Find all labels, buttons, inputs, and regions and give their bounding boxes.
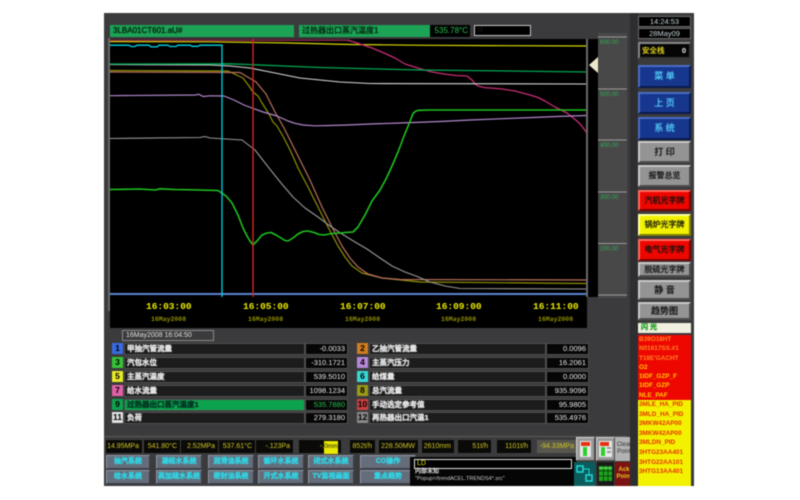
svg-text:300.00: 300.00 <box>600 195 619 201</box>
svg-text:600.00: 600.00 <box>600 40 619 46</box>
svg-text:400.00: 400.00 <box>600 143 619 149</box>
svg-text:500.00: 500.00 <box>600 92 619 98</box>
svg-text:200.00: 200.00 <box>600 247 619 253</box>
